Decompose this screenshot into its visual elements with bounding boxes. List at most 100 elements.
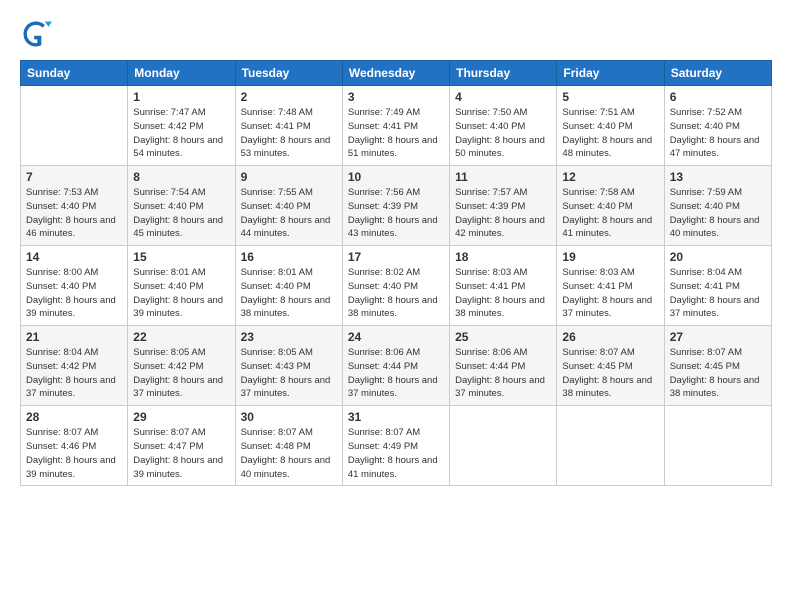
- day-number: 2: [241, 90, 337, 104]
- day-info: Sunrise: 8:07 AMSunset: 4:48 PMDaylight:…: [241, 426, 337, 481]
- day-number: 14: [26, 250, 122, 264]
- calendar-day-cell: 22 Sunrise: 8:05 AMSunset: 4:42 PMDayligh…: [128, 326, 235, 406]
- calendar-header-row: SundayMondayTuesdayWednesdayThursdayFrid…: [21, 61, 772, 86]
- day-number: 11: [455, 170, 551, 184]
- day-number: 9: [241, 170, 337, 184]
- calendar-day-cell: 29 Sunrise: 8:07 AMSunset: 4:47 PMDayligh…: [128, 406, 235, 486]
- calendar-day-header: Tuesday: [235, 61, 342, 86]
- calendar-day-cell: [21, 86, 128, 166]
- calendar-day-header: Friday: [557, 61, 664, 86]
- day-number: 28: [26, 410, 122, 424]
- calendar-day-cell: 7Sunrise: 7:53 AMSunset: 4:40 PMDaylight…: [21, 166, 128, 246]
- calendar-day-cell: [450, 406, 557, 486]
- calendar-day-header: Wednesday: [342, 61, 449, 86]
- day-info: Sunrise: 7:54 AMSunset: 4:40 PMDaylight:…: [133, 186, 229, 241]
- day-number: 5: [562, 90, 658, 104]
- calendar-day-cell: 5 Sunrise: 7:51 AMSunset: 4:40 PMDaylight…: [557, 86, 664, 166]
- page: SundayMondayTuesdayWednesdayThursdayFrid…: [0, 0, 792, 612]
- day-info: Sunrise: 7:56 AMSunset: 4:39 PMDaylight:…: [348, 186, 444, 241]
- day-info: Sunrise: 7:58 AMSunset: 4:40 PMDaylight:…: [562, 186, 658, 241]
- calendar-day-cell: 3 Sunrise: 7:49 AMSunset: 4:41 PMDaylight…: [342, 86, 449, 166]
- calendar-day-header: Sunday: [21, 61, 128, 86]
- day-number: 8: [133, 170, 229, 184]
- day-info: Sunrise: 8:07 AMSunset: 4:45 PMDaylight:…: [670, 346, 766, 401]
- day-info: Sunrise: 8:07 AMSunset: 4:45 PMDaylight:…: [562, 346, 658, 401]
- calendar-day-cell: 27 Sunrise: 8:07 AMSunset: 4:45 PMDayligh…: [664, 326, 771, 406]
- day-number: 31: [348, 410, 444, 424]
- day-info: Sunrise: 8:03 AMSunset: 4:41 PMDaylight:…: [562, 266, 658, 321]
- day-info: Sunrise: 8:06 AMSunset: 4:44 PMDaylight:…: [455, 346, 551, 401]
- day-info: Sunrise: 8:07 AMSunset: 4:47 PMDaylight:…: [133, 426, 229, 481]
- day-info: Sunrise: 7:47 AMSunset: 4:42 PMDaylight:…: [133, 106, 229, 161]
- day-number: 6: [670, 90, 766, 104]
- header: [20, 18, 772, 50]
- day-number: 24: [348, 330, 444, 344]
- day-number: 3: [348, 90, 444, 104]
- calendar-day-cell: 26 Sunrise: 8:07 AMSunset: 4:45 PMDayligh…: [557, 326, 664, 406]
- day-number: 27: [670, 330, 766, 344]
- calendar-day-cell: 13 Sunrise: 7:59 AMSunset: 4:40 PMDayligh…: [664, 166, 771, 246]
- day-info: Sunrise: 8:05 AMSunset: 4:42 PMDaylight:…: [133, 346, 229, 401]
- day-number: 22: [133, 330, 229, 344]
- calendar-table: SundayMondayTuesdayWednesdayThursdayFrid…: [20, 60, 772, 486]
- day-number: 29: [133, 410, 229, 424]
- calendar-day-cell: 10 Sunrise: 7:56 AMSunset: 4:39 PMDayligh…: [342, 166, 449, 246]
- calendar-day-cell: [664, 406, 771, 486]
- day-number: 10: [348, 170, 444, 184]
- calendar-day-cell: [557, 406, 664, 486]
- calendar-week-row: 7Sunrise: 7:53 AMSunset: 4:40 PMDaylight…: [21, 166, 772, 246]
- calendar-day-header: Thursday: [450, 61, 557, 86]
- day-info: Sunrise: 8:07 AMSunset: 4:49 PMDaylight:…: [348, 426, 444, 481]
- logo: [20, 18, 54, 50]
- calendar-day-cell: 8 Sunrise: 7:54 AMSunset: 4:40 PMDaylight…: [128, 166, 235, 246]
- calendar-day-cell: 2Sunrise: 7:48 AMSunset: 4:41 PMDaylight…: [235, 86, 342, 166]
- day-number: 18: [455, 250, 551, 264]
- day-info: Sunrise: 7:55 AMSunset: 4:40 PMDaylight:…: [241, 186, 337, 241]
- day-info: Sunrise: 7:53 AMSunset: 4:40 PMDaylight:…: [26, 186, 122, 241]
- day-number: 21: [26, 330, 122, 344]
- day-info: Sunrise: 7:51 AMSunset: 4:40 PMDaylight:…: [562, 106, 658, 161]
- day-info: Sunrise: 8:02 AMSunset: 4:40 PMDaylight:…: [348, 266, 444, 321]
- calendar-day-cell: 12 Sunrise: 7:58 AMSunset: 4:40 PMDayligh…: [557, 166, 664, 246]
- day-info: Sunrise: 8:01 AMSunset: 4:40 PMDaylight:…: [133, 266, 229, 321]
- calendar-day-cell: 15 Sunrise: 8:01 AMSunset: 4:40 PMDayligh…: [128, 246, 235, 326]
- day-info: Sunrise: 7:49 AMSunset: 4:41 PMDaylight:…: [348, 106, 444, 161]
- day-info: Sunrise: 7:52 AMSunset: 4:40 PMDaylight:…: [670, 106, 766, 161]
- calendar-day-cell: 24 Sunrise: 8:06 AMSunset: 4:44 PMDayligh…: [342, 326, 449, 406]
- day-info: Sunrise: 8:04 AMSunset: 4:41 PMDaylight:…: [670, 266, 766, 321]
- day-info: Sunrise: 8:04 AMSunset: 4:42 PMDaylight:…: [26, 346, 122, 401]
- day-number: 20: [670, 250, 766, 264]
- calendar-day-cell: 17 Sunrise: 8:02 AMSunset: 4:40 PMDayligh…: [342, 246, 449, 326]
- calendar-day-cell: 20 Sunrise: 8:04 AMSunset: 4:41 PMDayligh…: [664, 246, 771, 326]
- day-number: 26: [562, 330, 658, 344]
- calendar-week-row: 28Sunrise: 8:07 AMSunset: 4:46 PMDayligh…: [21, 406, 772, 486]
- calendar-day-cell: 18 Sunrise: 8:03 AMSunset: 4:41 PMDayligh…: [450, 246, 557, 326]
- calendar-day-cell: 31 Sunrise: 8:07 AMSunset: 4:49 PMDayligh…: [342, 406, 449, 486]
- day-info: Sunrise: 8:00 AMSunset: 4:40 PMDaylight:…: [26, 266, 122, 321]
- day-info: Sunrise: 7:59 AMSunset: 4:40 PMDaylight:…: [670, 186, 766, 241]
- calendar-day-cell: 16 Sunrise: 8:01 AMSunset: 4:40 PMDayligh…: [235, 246, 342, 326]
- calendar-week-row: 1 Sunrise: 7:47 AMSunset: 4:42 PMDaylight…: [21, 86, 772, 166]
- day-info: Sunrise: 7:57 AMSunset: 4:39 PMDaylight:…: [455, 186, 551, 241]
- logo-icon: [20, 18, 52, 50]
- day-info: Sunrise: 8:01 AMSunset: 4:40 PMDaylight:…: [241, 266, 337, 321]
- day-number: 23: [241, 330, 337, 344]
- day-info: Sunrise: 7:50 AMSunset: 4:40 PMDaylight:…: [455, 106, 551, 161]
- calendar-day-cell: 6 Sunrise: 7:52 AMSunset: 4:40 PMDaylight…: [664, 86, 771, 166]
- calendar-day-cell: 14 Sunrise: 8:00 AMSunset: 4:40 PMDayligh…: [21, 246, 128, 326]
- calendar-day-cell: 1 Sunrise: 7:47 AMSunset: 4:42 PMDaylight…: [128, 86, 235, 166]
- calendar-day-header: Monday: [128, 61, 235, 86]
- day-number: 12: [562, 170, 658, 184]
- day-number: 1: [133, 90, 229, 104]
- day-number: 13: [670, 170, 766, 184]
- day-number: 19: [562, 250, 658, 264]
- day-number: 16: [241, 250, 337, 264]
- day-info: Sunrise: 8:06 AMSunset: 4:44 PMDaylight:…: [348, 346, 444, 401]
- calendar-day-cell: 23Sunrise: 8:05 AMSunset: 4:43 PMDayligh…: [235, 326, 342, 406]
- calendar-week-row: 21 Sunrise: 8:04 AMSunset: 4:42 PMDayligh…: [21, 326, 772, 406]
- calendar-day-cell: 28Sunrise: 8:07 AMSunset: 4:46 PMDayligh…: [21, 406, 128, 486]
- day-number: 15: [133, 250, 229, 264]
- calendar-day-cell: 9 Sunrise: 7:55 AMSunset: 4:40 PMDaylight…: [235, 166, 342, 246]
- day-number: 17: [348, 250, 444, 264]
- day-info: Sunrise: 8:03 AMSunset: 4:41 PMDaylight:…: [455, 266, 551, 321]
